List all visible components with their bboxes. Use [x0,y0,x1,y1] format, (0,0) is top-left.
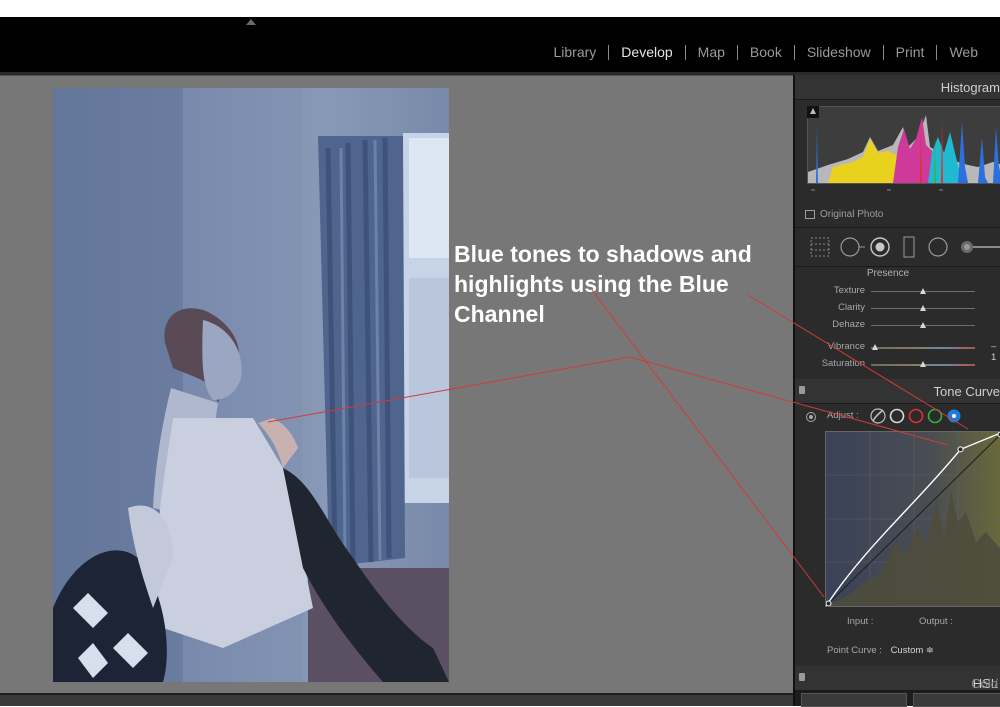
output-label: Output : [919,616,953,627]
curve-channel-selector [870,408,961,424]
point-curve-select[interactable]: Custom ≑ [891,645,934,656]
module-develop[interactable]: Develop [609,44,684,60]
slider-dehaze: Dehaze [795,319,1000,333]
input-label: Input : [847,616,874,627]
slider-saturation: Saturation [795,358,1000,372]
filmstrip-edge [0,693,793,706]
point-curve-row: Point Curve : Custom ≑ [827,645,934,656]
panel-toggle-switch[interactable] [799,673,805,681]
photo-preview [53,88,449,682]
slider-label: Clarity [838,302,865,313]
reset-button[interactable] [913,693,1000,707]
module-book[interactable]: Book [738,44,794,60]
right-develop-panel: Histogram Original Photo Presence Textur… [793,75,1000,707]
panel-toggle-switch[interactable] [799,386,805,394]
slider-label: Dehaze [832,319,865,330]
checkbox[interactable] [805,210,815,219]
slider-track[interactable] [871,347,975,349]
previous-button[interactable] [801,693,907,707]
slider-label: Texture [833,285,865,296]
original-photo-toggle[interactable]: Original Photo [805,209,883,220]
original-photo-label: Original Photo [820,209,884,220]
module-web[interactable]: Web [937,44,990,60]
slider-thumb[interactable] [920,288,926,294]
tone-curve-title: Tone Curve [933,384,1000,399]
slider-thumb[interactable] [920,322,926,328]
parametric-curve-icon[interactable] [870,408,886,424]
histogram-graph [807,106,1000,184]
point-curve-label: Point Curve : [827,645,882,656]
slider-thumb[interactable] [872,344,879,350]
slider-vibrance: Vibrance – 1 [795,341,1000,363]
tone-curve-header[interactable]: Tone Curve [795,379,1000,404]
shadow-clipping-icon[interactable] [807,106,819,118]
module-library[interactable]: Library [542,44,609,60]
slider-clarity: Clarity [795,302,1000,316]
crop-overlay-icon[interactable] [810,237,830,257]
module-slideshow[interactable]: Slideshow [795,44,883,60]
slider-label: Vibrance [827,341,865,352]
spot-removal-icon[interactable] [840,237,865,257]
collapse-top-panel-arrow-icon[interactable] [246,19,256,25]
blue-channel-icon[interactable] [947,409,961,423]
radial-filter-icon[interactable] [928,237,948,257]
module-picker: Library Develop Map Book Slideshow Print Web [542,44,991,60]
presence-title: Presence [866,268,910,279]
color-tab[interactable]: Colo [971,676,998,691]
panel-footer [795,691,1000,707]
module-print[interactable]: Print [884,44,937,60]
hsl-color-header[interactable]: HSL / Colo [795,666,1000,691]
module-map[interactable]: Map [686,44,737,60]
curve-point-1[interactable] [957,446,964,453]
histogram-scale [811,189,943,191]
rgb-channel-icon[interactable] [889,408,905,424]
histogram-title: Histogram [940,80,1000,95]
tone-curve-graph[interactable] [825,431,1000,607]
slider-texture: Texture [795,285,1000,299]
annotation-text: Blue tones to shadows and highlights usi… [454,241,752,327]
green-channel-icon[interactable] [927,408,943,424]
graduated-filter-icon[interactable] [903,236,915,258]
slider-thumb[interactable] [920,361,926,367]
adjustment-brush-icon[interactable] [961,241,1000,253]
slider-thumb[interactable] [920,305,926,311]
tool-strip [795,227,1000,267]
targeted-adjustment-icon[interactable] [806,412,816,422]
adjust-label: Adjust : [827,410,859,421]
red-channel-icon[interactable] [908,408,924,424]
histogram-header[interactable]: Histogram [795,75,1000,100]
slider-label: Saturation [821,358,865,369]
red-eye-icon[interactable] [870,237,890,257]
curve-point-0[interactable] [826,600,832,606]
